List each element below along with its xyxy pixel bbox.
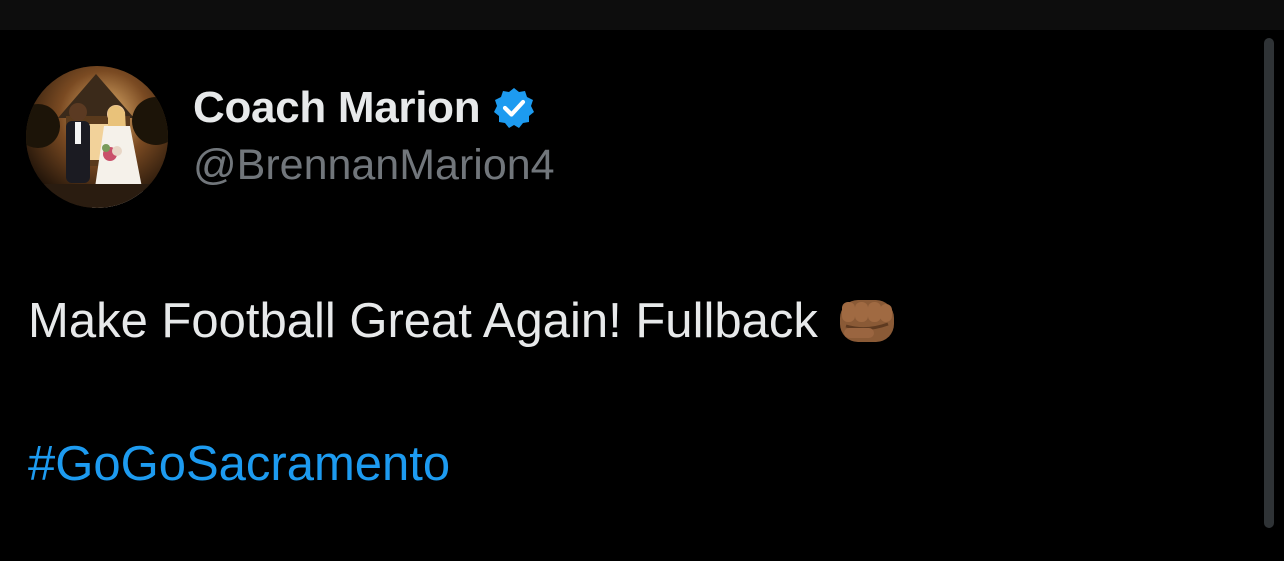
oncoming-fist-icon bbox=[836, 290, 898, 352]
author-display-name[interactable]: Coach Marion bbox=[193, 83, 481, 133]
status-bar-area bbox=[0, 0, 1284, 30]
post-text-body: Make Football Great Again! Fullback bbox=[28, 294, 818, 348]
verified-badge-icon bbox=[492, 86, 536, 130]
author-handle[interactable]: @BrennanMarion4 bbox=[193, 141, 555, 190]
hashtag-link[interactable]: #GoGoSacramento bbox=[28, 436, 450, 492]
avatar-photo bbox=[26, 66, 168, 208]
vertical-scrollbar[interactable] bbox=[1264, 38, 1274, 528]
author-avatar[interactable] bbox=[26, 66, 168, 208]
post-text: Make Football Great Again! Fullback bbox=[28, 290, 898, 352]
author-name-row[interactable]: Coach Marion bbox=[193, 80, 536, 136]
